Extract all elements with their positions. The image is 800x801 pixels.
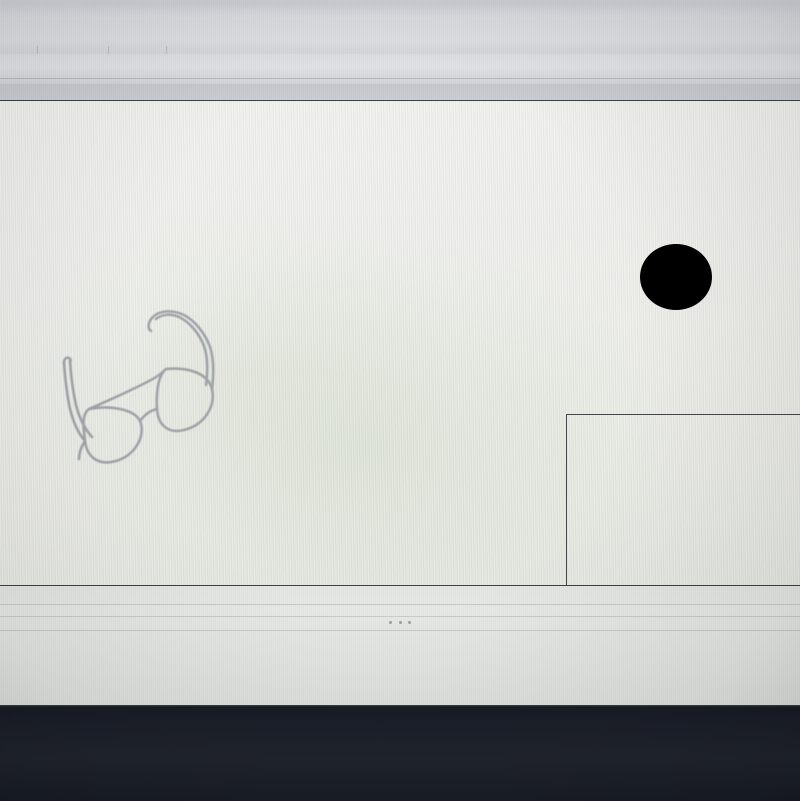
notes-drag-handle[interactable] [389,620,411,624]
slides-secondary-toolbar [0,20,800,54]
sun-clipart[interactable] [615,223,737,331]
notes-divider [0,616,800,617]
speaker-notes-area[interactable] [0,586,800,705]
layout-button[interactable] [51,28,53,43]
eyeglasses-drawing[interactable] [48,297,238,477]
handle-dot [399,621,402,624]
slide-canvas[interactable] [0,100,800,586]
photographed-laptop-screen [0,0,800,801]
notes-divider [0,604,800,605]
ruler-baseline [0,78,800,79]
macos-dock [0,705,800,801]
dock-items [0,727,800,789]
dock-top-edge [0,705,800,707]
handle-dot [389,621,392,624]
slides-menu-bar [0,0,800,20]
horizontal-ruler[interactable] [0,54,800,84]
prompt-textbox[interactable] [566,414,800,586]
notes-divider [0,630,800,631]
handle-dot [408,621,411,624]
